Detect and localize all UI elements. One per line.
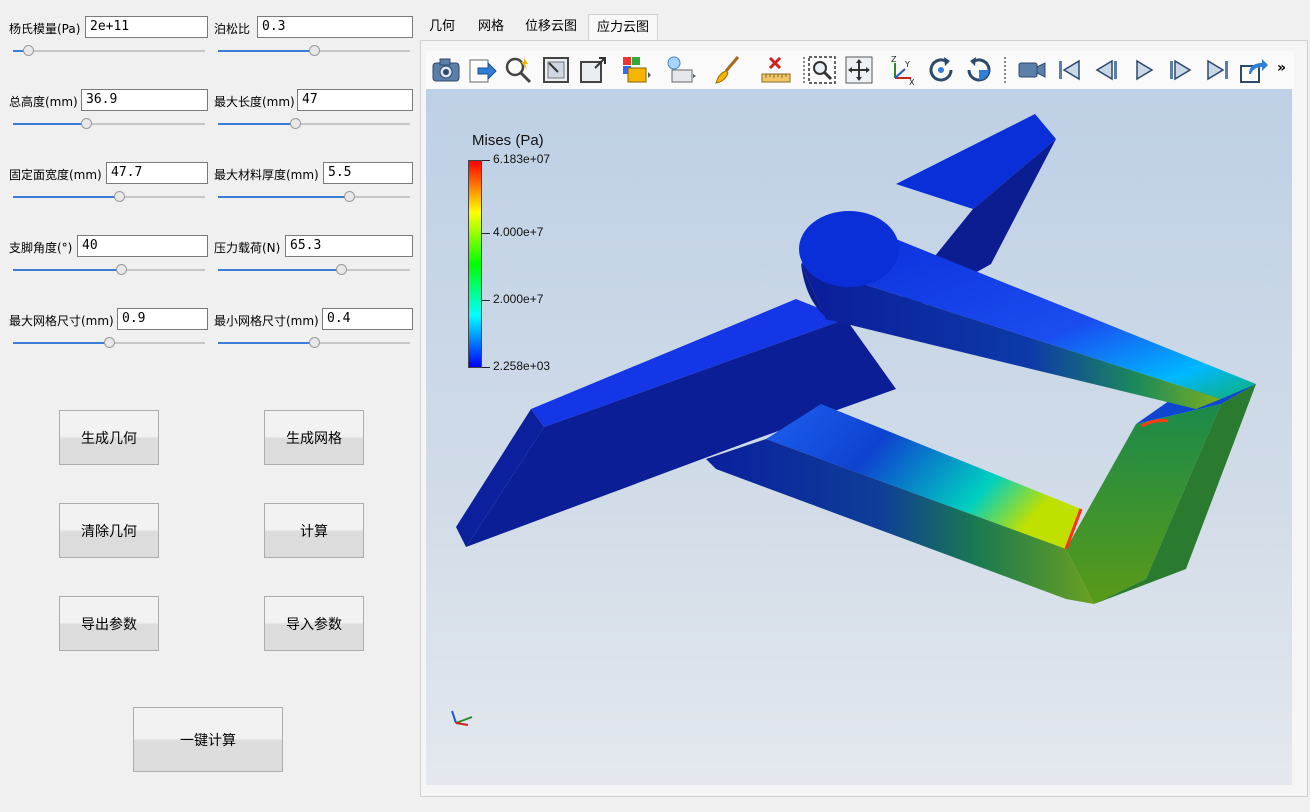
legend-title: Mises (Pa) <box>472 132 544 149</box>
export-icon[interactable] <box>466 54 498 86</box>
zoom-box-icon[interactable] <box>806 54 838 86</box>
total-height-input[interactable]: 36.9 <box>81 89 208 111</box>
max-thickness-slider[interactable] <box>218 190 410 204</box>
pan-icon[interactable] <box>843 54 875 86</box>
param-label-max-length: 最大长度(mm) <box>214 95 295 109</box>
axis-label-y: Y <box>904 60 910 69</box>
render-viewport[interactable]: Mises (Pa) 6.183e+07 4.000e+7 2.000e+7 2… <box>426 89 1292 785</box>
generate-mesh-button[interactable]: 生成网格 <box>264 410 364 465</box>
stress-model <box>451 114 1256 726</box>
legend-tick-label: 6.183e+07 <box>493 152 551 166</box>
max-length-slider[interactable] <box>218 117 410 131</box>
rotate-ccw-icon[interactable] <box>963 54 995 86</box>
legend-tick-label: 2.000e+7 <box>493 292 544 306</box>
axis-label-x: X <box>909 78 915 86</box>
share-icon[interactable] <box>1237 54 1269 86</box>
toolbar-separator <box>1004 57 1006 83</box>
param-label-fixed-face-width: 固定面宽度(mm) <box>9 168 102 182</box>
pressure-load-slider[interactable] <box>218 263 410 277</box>
max-mesh-size-input[interactable]: 0.9 <box>117 308 208 330</box>
axes-orientation-icon[interactable]: ZY X <box>887 54 919 86</box>
video-icon[interactable] <box>1016 54 1048 86</box>
toolbar-separator <box>803 57 805 83</box>
param-label-min-mesh-size: 最小网格尺寸(mm) <box>214 314 319 328</box>
leg-angle-slider[interactable] <box>13 263 205 277</box>
interact-icon[interactable] <box>502 54 534 86</box>
legend-tick <box>482 300 490 301</box>
color-map-icon[interactable] <box>620 54 652 86</box>
max-mesh-size-slider[interactable] <box>13 336 205 350</box>
next-frame-icon[interactable] <box>1165 54 1197 86</box>
slider-handle[interactable] <box>104 337 115 348</box>
max-thickness-input[interactable]: 5.5 <box>323 162 413 184</box>
tab-mesh[interactable]: 网格 <box>469 14 513 40</box>
slider-handle[interactable] <box>309 337 320 348</box>
one-click-compute-button[interactable]: 一键计算 <box>133 707 283 772</box>
youngs-modulus-input[interactable]: 2e+11 <box>85 16 208 38</box>
tab-geometry[interactable]: 几何 <box>420 14 464 40</box>
light-icon[interactable] <box>664 54 696 86</box>
slider-handle[interactable] <box>80 118 92 129</box>
view-tabs: 几何 网格 位移云图 应力云图 <box>420 14 1310 40</box>
compute-button[interactable]: 计算 <box>264 503 364 558</box>
tab-stress-contour[interactable]: 应力云图 <box>588 14 658 40</box>
slider-handle[interactable] <box>115 264 127 275</box>
rotate-cw-icon[interactable] <box>925 54 957 86</box>
generate-geometry-button[interactable]: 生成几何 <box>59 410 159 465</box>
leg-angle-input[interactable]: 40 <box>77 235 208 257</box>
min-mesh-size-slider[interactable] <box>218 336 410 350</box>
more-icon[interactable]: » <box>1277 60 1286 76</box>
max-length-input[interactable]: 47 <box>297 89 413 111</box>
legend-tick <box>482 367 490 368</box>
fit-view-icon[interactable] <box>577 54 609 86</box>
slider-handle[interactable] <box>113 191 125 202</box>
param-label-youngs-modulus: 杨氏模量(Pa) <box>9 22 81 36</box>
play-icon[interactable] <box>1128 54 1160 86</box>
export-params-button[interactable]: 导出参数 <box>59 596 159 651</box>
youngs-modulus-slider[interactable] <box>13 44 205 58</box>
parameter-panel: 杨氏模量(Pa) 2e+11 泊松比 0.3 总高度(mm) 36.9 最大长度… <box>0 0 418 812</box>
legend-tick <box>482 160 490 161</box>
legend-tick <box>482 233 490 234</box>
param-label-poisson-ratio: 泊松比 <box>214 22 251 36</box>
clear-geometry-button[interactable]: 清除几何 <box>59 503 159 558</box>
slider-handle[interactable] <box>289 118 301 129</box>
param-label-max-thickness: 最大材料厚度(mm) <box>214 168 319 182</box>
render-toolbar: ZY X » <box>426 51 1294 89</box>
param-label-leg-angle: 支脚角度(°) <box>9 241 73 255</box>
slider-handle[interactable] <box>343 191 355 202</box>
fixed-face-width-input[interactable]: 47.7 <box>106 162 208 184</box>
camera-icon[interactable] <box>430 54 462 86</box>
poisson-ratio-input[interactable]: 0.3 <box>257 16 413 38</box>
reset-view-icon[interactable] <box>540 54 572 86</box>
tab-displacement-contour[interactable]: 位移云图 <box>518 14 584 40</box>
legend-tick-label: 2.258e+03 <box>493 359 551 373</box>
legend-color-bar <box>468 160 482 368</box>
param-label-pressure-load: 压力载荷(N) <box>214 241 281 255</box>
param-label-max-mesh-size: 最大网格尺寸(mm) <box>9 314 114 328</box>
import-params-button[interactable]: 导入参数 <box>264 596 364 651</box>
pressure-load-input[interactable]: 65.3 <box>285 235 413 257</box>
last-frame-icon[interactable] <box>1202 54 1234 86</box>
slider-handle[interactable] <box>309 45 320 56</box>
brush-icon[interactable] <box>712 54 744 86</box>
poisson-ratio-slider[interactable] <box>218 44 410 58</box>
slider-handle[interactable] <box>335 264 347 275</box>
min-mesh-size-input[interactable]: 0.4 <box>322 308 413 330</box>
total-height-slider[interactable] <box>13 117 205 131</box>
prev-frame-icon[interactable] <box>1090 54 1122 86</box>
fixed-face-width-slider[interactable] <box>13 190 205 204</box>
legend-tick-label: 4.000e+7 <box>493 225 544 239</box>
axis-label-z: Z <box>891 55 897 64</box>
ruler-icon[interactable] <box>760 54 792 86</box>
slider-handle[interactable] <box>23 45 35 56</box>
first-frame-icon[interactable] <box>1053 54 1085 86</box>
param-label-total-height: 总高度(mm) <box>9 95 78 109</box>
